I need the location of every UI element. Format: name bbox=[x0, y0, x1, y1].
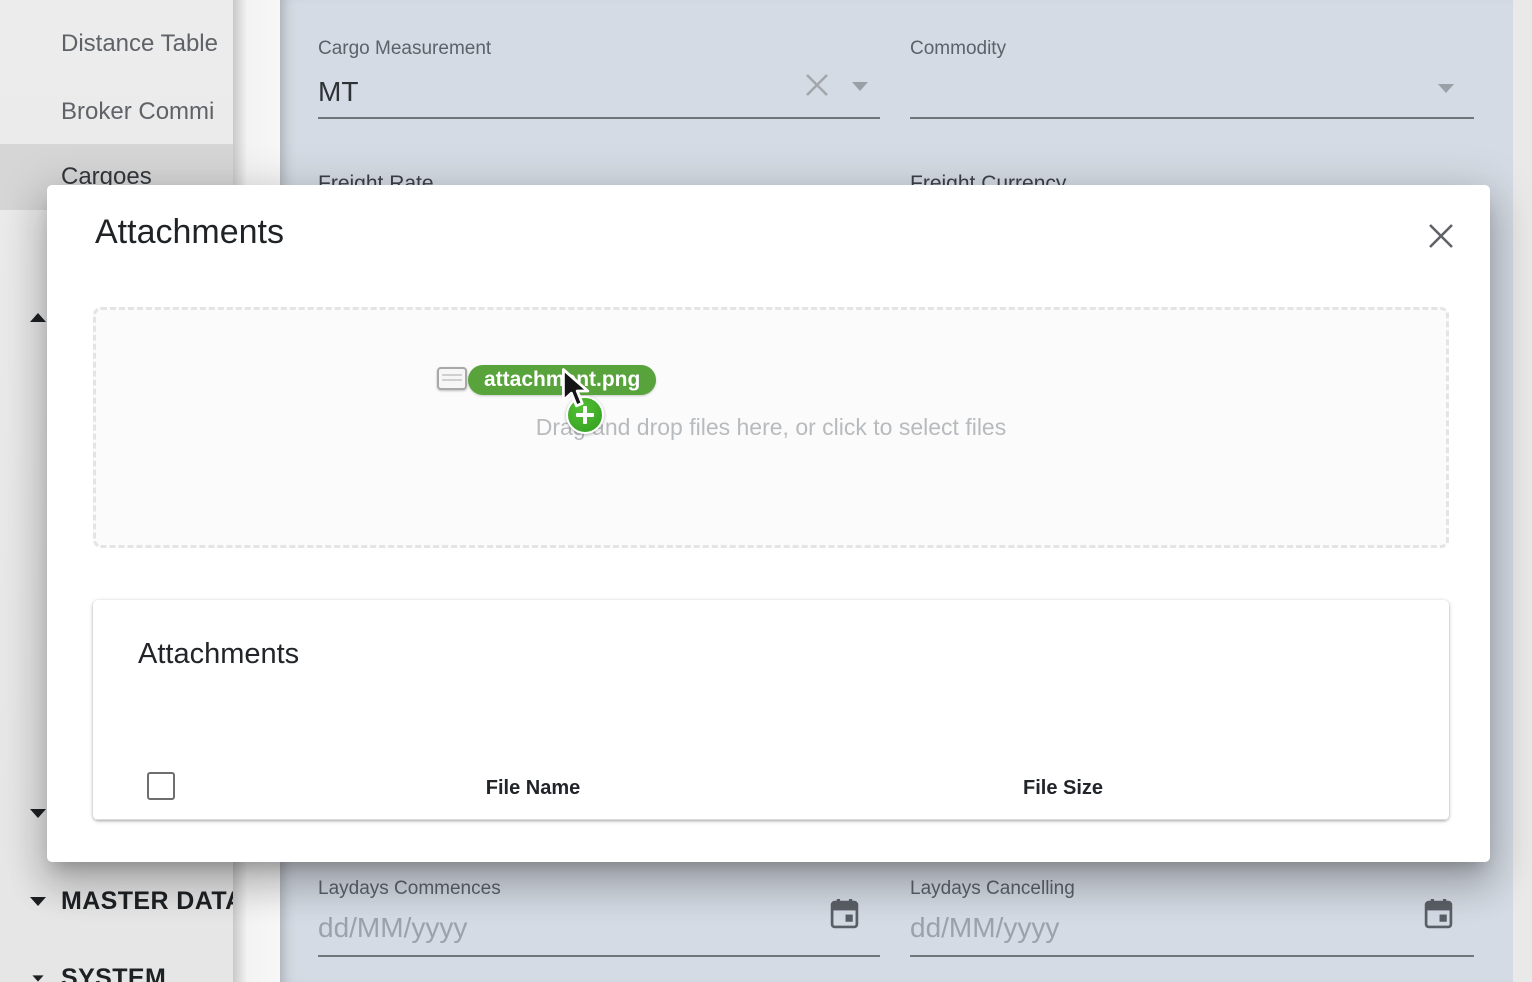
chevron-down-icon[interactable] bbox=[852, 82, 868, 91]
section-expand-icon[interactable] bbox=[30, 809, 46, 818]
file-dropzone[interactable]: Drag and drop files here, or click to se… bbox=[93, 307, 1449, 548]
calendar-icon[interactable] bbox=[1424, 898, 1453, 929]
column-header-file-name: File Name bbox=[293, 777, 773, 800]
laydays-cancelling-field: Laydays Cancelling bbox=[910, 878, 1474, 944]
section-label: MASTER DATA bbox=[61, 887, 233, 916]
field-underline bbox=[910, 117, 1474, 119]
field-label: Laydays Cancelling bbox=[910, 878, 1474, 900]
field-underline bbox=[318, 955, 880, 957]
attachments-dialog: Attachments Drag and drop files here, or… bbox=[47, 185, 1490, 862]
cargo-measurement-input[interactable] bbox=[318, 76, 758, 108]
select-all-checkbox[interactable] bbox=[147, 772, 175, 800]
sidebar-item-label: Distance Table bbox=[61, 30, 218, 58]
laydays-cancelling-input[interactable] bbox=[910, 912, 1350, 944]
column-header-file-size: File Size bbox=[853, 777, 1273, 800]
sidebar-section-system[interactable]: SYSTEM bbox=[0, 960, 233, 982]
sidebar-section-master-data[interactable]: MASTER DATA bbox=[0, 884, 233, 918]
chevron-down-icon[interactable] bbox=[1438, 84, 1454, 93]
cursor-icon bbox=[561, 368, 597, 415]
table-header-row: File Name File Size bbox=[93, 754, 1449, 820]
attachments-card: Attachments File Name File Size bbox=[93, 600, 1449, 820]
field-underline bbox=[318, 117, 880, 119]
clear-icon[interactable] bbox=[800, 68, 834, 102]
calendar-icon[interactable] bbox=[830, 898, 859, 929]
chevron-down-icon bbox=[30, 897, 46, 906]
laydays-commences-input[interactable] bbox=[318, 912, 758, 944]
card-title: Attachments bbox=[138, 638, 299, 671]
drag-file-thumbnail-icon bbox=[437, 367, 467, 390]
dialog-title: Attachments bbox=[95, 213, 284, 252]
sidebar-item-broker-commission[interactable]: Broker Commi bbox=[0, 80, 233, 144]
laydays-commences-field: Laydays Commences bbox=[318, 878, 880, 944]
field-label: Cargo Measurement bbox=[318, 38, 880, 60]
cargo-measurement-field: Cargo Measurement bbox=[318, 38, 880, 108]
sidebar-item-distance-table[interactable]: Distance Table bbox=[0, 12, 233, 76]
close-icon[interactable] bbox=[1424, 219, 1458, 253]
section-collapse-icon[interactable] bbox=[30, 313, 46, 322]
section-label: SYSTEM bbox=[61, 964, 166, 982]
chevron-down-icon bbox=[32, 975, 43, 981]
field-label: Commodity bbox=[910, 38, 1474, 60]
dropzone-hint: Drag and drop files here, or click to se… bbox=[536, 414, 1006, 441]
sidebar-item-label: Broker Commi bbox=[61, 98, 214, 126]
field-label: Laydays Commences bbox=[318, 878, 880, 900]
field-underline bbox=[910, 955, 1474, 957]
commodity-field: Commodity bbox=[910, 38, 1474, 108]
commodity-input[interactable] bbox=[910, 76, 1410, 108]
